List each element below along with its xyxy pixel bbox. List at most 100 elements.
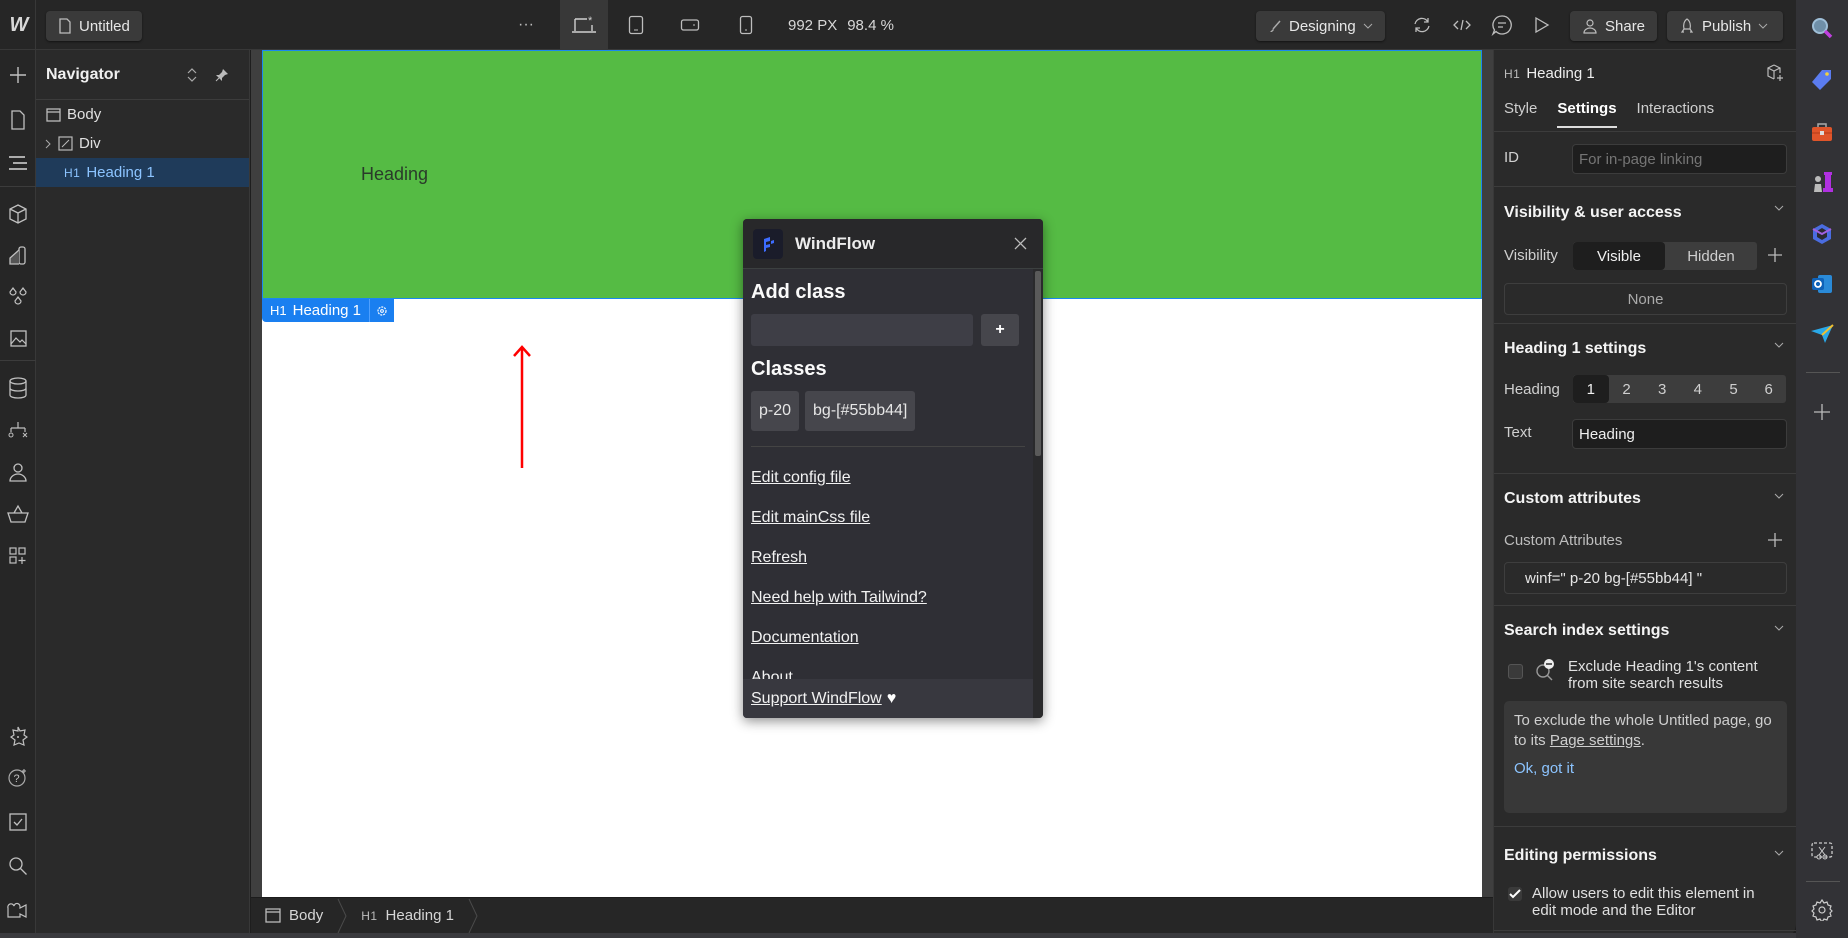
preview-button[interactable] (1522, 0, 1562, 50)
outlook-app-button[interactable] (1808, 270, 1836, 298)
nav-item-body[interactable]: Body (36, 100, 249, 129)
heading-level-6[interactable]: 6 (1751, 375, 1786, 403)
class-chip[interactable]: p-20 (751, 391, 800, 431)
breakpoint-tablet-button[interactable] (616, 0, 656, 50)
more-options-button[interactable]: ··· (506, 0, 546, 50)
element-settings-button[interactable] (369, 299, 394, 322)
tab-interactions[interactable]: Interactions (1637, 100, 1715, 128)
chevron-right-icon[interactable] (44, 139, 52, 149)
chevron-down-icon[interactable] (1774, 205, 1784, 211)
pages-button[interactable] (0, 102, 36, 138)
tab-style[interactable]: Style (1504, 100, 1537, 128)
nav-item-div[interactable]: Div (36, 129, 249, 158)
page-settings-link[interactable]: Page settings (1550, 732, 1641, 749)
help-button[interactable]: ? (0, 759, 36, 795)
screenshot-button[interactable] (1808, 838, 1836, 866)
mode-dropdown[interactable]: Designing (1256, 11, 1385, 41)
divider (1806, 881, 1840, 882)
expand-collapse-icon[interactable] (187, 67, 197, 82)
style-selectors-button[interactable] (0, 278, 36, 314)
tab-settings[interactable]: Settings (1557, 100, 1617, 128)
add-condition-button[interactable] (1767, 247, 1783, 263)
app-settings-button[interactable] (1808, 896, 1836, 924)
chevron-down-icon[interactable] (1774, 493, 1784, 499)
add-class-button[interactable]: + (981, 314, 1019, 346)
pin-icon[interactable] (215, 68, 229, 82)
nav-item-heading-1[interactable]: H1 Heading 1 (36, 158, 249, 187)
class-chip[interactable]: bg-[#55bb44] (805, 391, 916, 431)
user-access-select[interactable]: None (1504, 283, 1787, 315)
code-icon (1453, 19, 1471, 31)
hidden-option[interactable]: Hidden (1665, 242, 1757, 270)
cms-button[interactable] (0, 370, 36, 406)
send-app-button[interactable] (1808, 320, 1836, 348)
sync-button[interactable] (1402, 0, 1442, 50)
shopping-app-button[interactable] (1808, 66, 1836, 94)
heading-text[interactable]: Heading (361, 164, 428, 185)
windflow-scrollbar[interactable] (1033, 269, 1043, 718)
close-button[interactable] (1014, 237, 1027, 250)
breadcrumb-label: Body (289, 907, 324, 924)
heading-level-5[interactable]: 5 (1716, 375, 1752, 403)
games-app-button[interactable] (1808, 168, 1836, 196)
apps-button[interactable] (0, 538, 36, 574)
share-button[interactable]: Share (1570, 11, 1658, 41)
ecommerce-button[interactable] (0, 496, 36, 532)
breadcrumb-item-body[interactable]: Body (251, 898, 337, 933)
components-button[interactable] (0, 196, 36, 232)
copilot-app-button[interactable] (1808, 220, 1836, 248)
video-tutorials-button[interactable] (0, 893, 36, 929)
custom-attribute-item[interactable]: winf=" p-20 bg-[#55bb44] " (1504, 562, 1787, 594)
search-app-button[interactable] (1808, 14, 1836, 42)
selected-element-label[interactable]: H1 Heading 1 (262, 299, 395, 322)
add-app-button[interactable] (1808, 398, 1836, 426)
create-component-button[interactable] (1766, 64, 1784, 82)
breakpoint-mobile-landscape-button[interactable] (670, 0, 710, 50)
chevron-down-icon[interactable] (1774, 342, 1784, 348)
breadcrumb-item-heading-1[interactable]: H1 Heading 1 (347, 898, 468, 933)
chevron-down-icon[interactable] (1774, 850, 1784, 856)
scrollbar-thumb[interactable] (1035, 271, 1041, 456)
exclude-search-checkbox[interactable] (1508, 664, 1523, 679)
tailwind-help-link[interactable]: Need help with Tailwind? (751, 589, 927, 607)
webflow-logo[interactable]: W (0, 0, 36, 50)
heading-level-2[interactable]: 2 (1609, 375, 1645, 403)
users-button[interactable] (0, 454, 36, 490)
add-attribute-button[interactable] (1767, 532, 1783, 548)
id-input[interactable] (1572, 144, 1787, 174)
heading-text-input[interactable]: Heading (1572, 419, 1787, 449)
comments-button[interactable] (1482, 0, 1522, 50)
search-button[interactable] (0, 848, 36, 884)
navigator-title: Navigator (46, 65, 120, 83)
add-elements-button[interactable] (0, 57, 36, 93)
audit-button[interactable] (0, 804, 36, 840)
documentation-link[interactable]: Documentation (751, 629, 859, 647)
chevron-down-icon (1363, 23, 1373, 29)
edit-config-link[interactable]: Edit config file (751, 469, 851, 487)
support-link[interactable]: Support WindFlow (751, 690, 882, 708)
navigator-button[interactable] (0, 145, 36, 181)
publish-button[interactable]: Publish (1667, 11, 1783, 41)
code-button[interactable] (1442, 0, 1482, 50)
breakpoint-mobile-portrait-button[interactable] (726, 0, 766, 50)
page-selector-button[interactable]: Untitled (46, 11, 142, 41)
assets-button[interactable] (0, 320, 36, 356)
user-icon (9, 463, 27, 482)
edit-maincss-link[interactable]: Edit mainCss file (751, 509, 870, 527)
visible-option[interactable]: Visible (1573, 242, 1665, 270)
heading-level-4[interactable]: 4 (1680, 375, 1716, 403)
variables-button[interactable] (0, 238, 36, 274)
heading-level-3[interactable]: 3 (1644, 375, 1680, 403)
editing-permissions-title: Editing permissions (1504, 847, 1657, 864)
allow-edit-checkbox[interactable] (1508, 887, 1522, 901)
heading-level-1[interactable]: 1 (1573, 375, 1609, 403)
dismiss-note-button[interactable]: Ok, got it (1514, 759, 1777, 779)
breakpoint-desktop-button[interactable]: * (560, 0, 608, 50)
breadcrumb: Body H1 Heading 1 (251, 897, 1493, 933)
site-settings-button[interactable] (0, 718, 36, 754)
refresh-link[interactable]: Refresh (751, 549, 807, 567)
chevron-down-icon[interactable] (1774, 625, 1784, 631)
logic-button[interactable] (0, 412, 36, 448)
tools-app-button[interactable] (1808, 118, 1836, 146)
add-class-input[interactable] (751, 314, 973, 346)
